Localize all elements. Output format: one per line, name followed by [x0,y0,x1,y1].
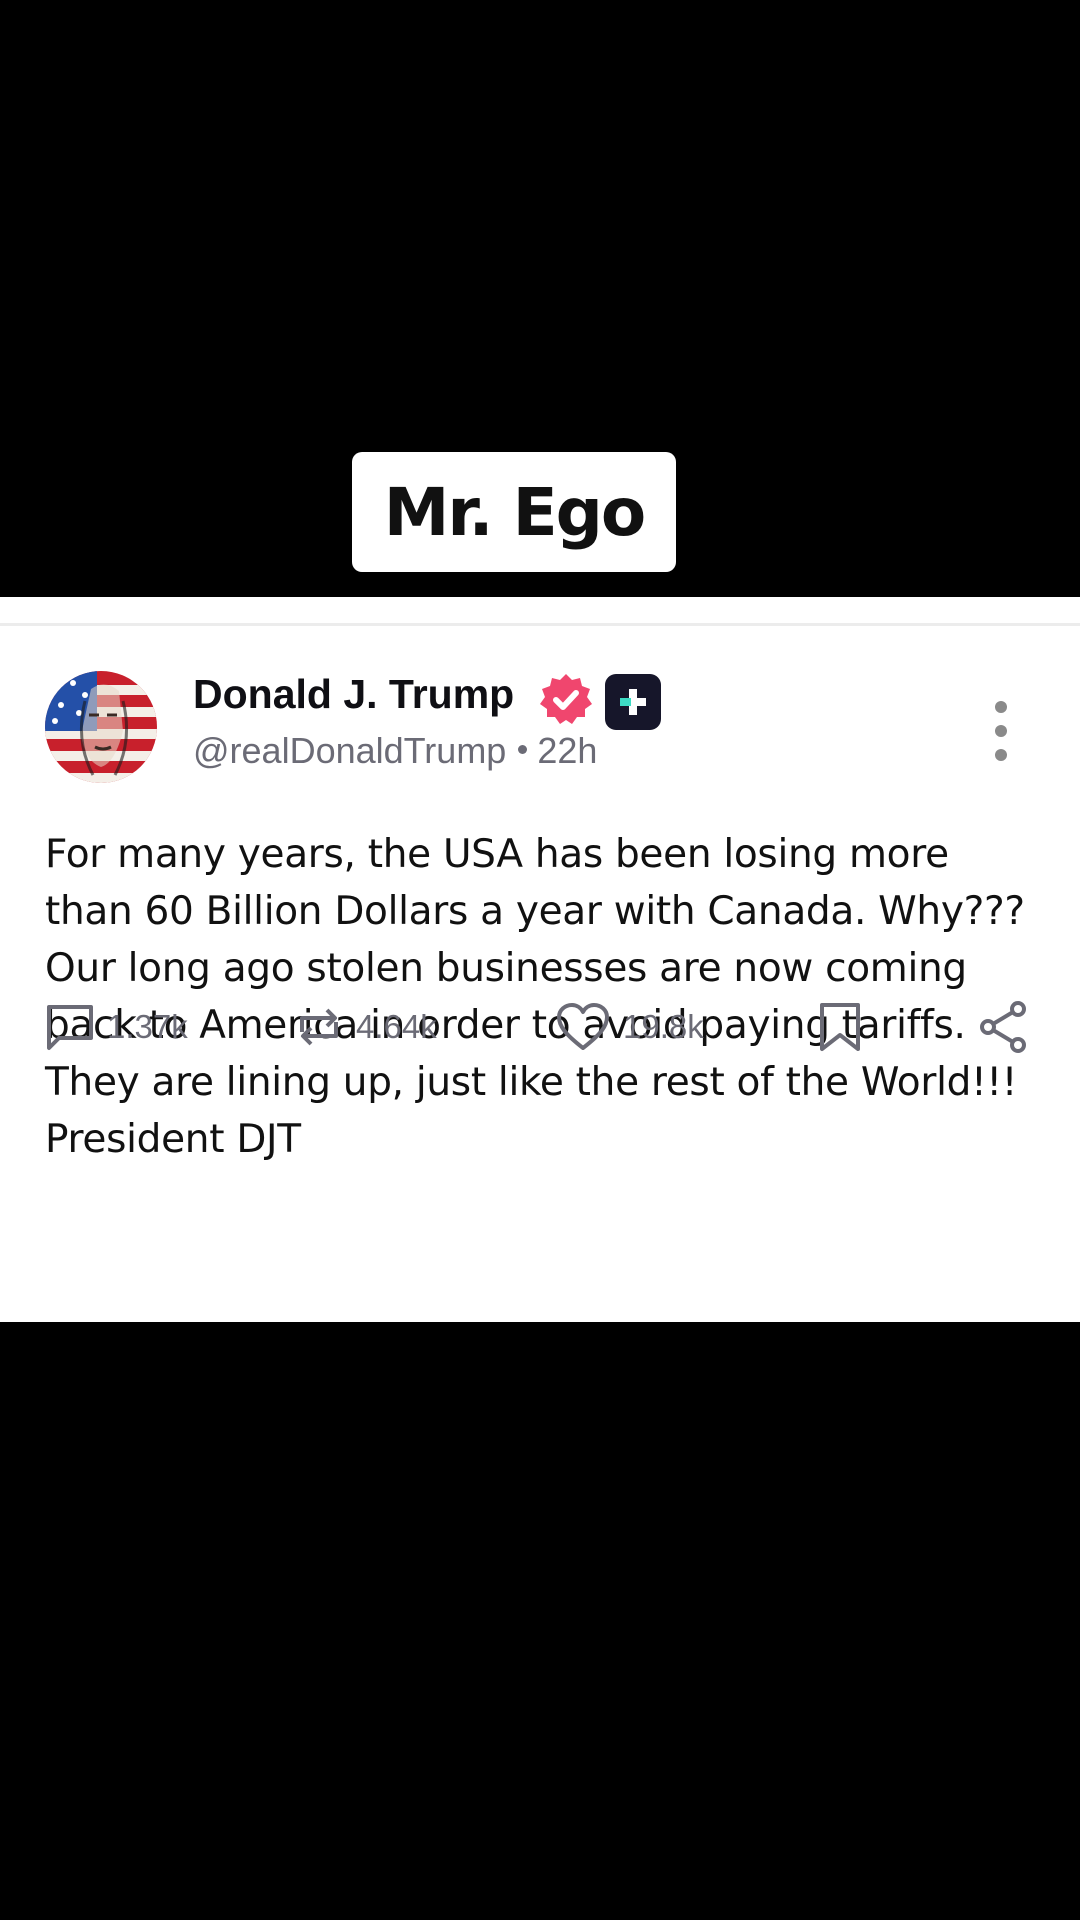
card-divider [0,623,1080,626]
author-handle[interactable]: @realDonaldTrump [193,730,506,771]
bookmark-button[interactable] [818,997,862,1057]
share-button[interactable] [978,997,1028,1057]
more-vertical-icon [995,701,1007,713]
heart-icon [557,1003,609,1050]
bookmark-icon [820,1003,860,1051]
reply-count: 1.37k [107,1008,188,1045]
separator-dot [518,744,528,754]
post-timestamp: 22h [537,730,598,771]
plus-badge [605,674,661,730]
caption-overlay: Mr. Ego [352,452,676,572]
like-count: 19.8k [623,1008,704,1045]
plus-icon [620,689,646,715]
repost-icon [300,1008,338,1046]
post-actions-bar: 1.37k 4.64k 19.8k [0,997,1080,1057]
more-options-button[interactable] [980,701,1022,761]
share-icon [980,1001,1026,1053]
like-button[interactable]: 19.8k [555,997,704,1057]
repost-button[interactable]: 4.64k [294,997,437,1057]
avatar[interactable] [45,671,157,783]
reply-button[interactable]: 1.37k [45,997,188,1057]
avatar-image [45,671,157,783]
repost-count: 4.64k [356,1008,437,1045]
author-display-name[interactable]: Donald J. Trump [193,671,514,718]
caption-text: Mr. Ego [383,473,647,551]
verified-check-icon [540,674,592,724]
author-meta: @realDonaldTrump 22h [193,730,597,772]
verified-badge [538,672,594,733]
comment-icon [47,1005,93,1050]
